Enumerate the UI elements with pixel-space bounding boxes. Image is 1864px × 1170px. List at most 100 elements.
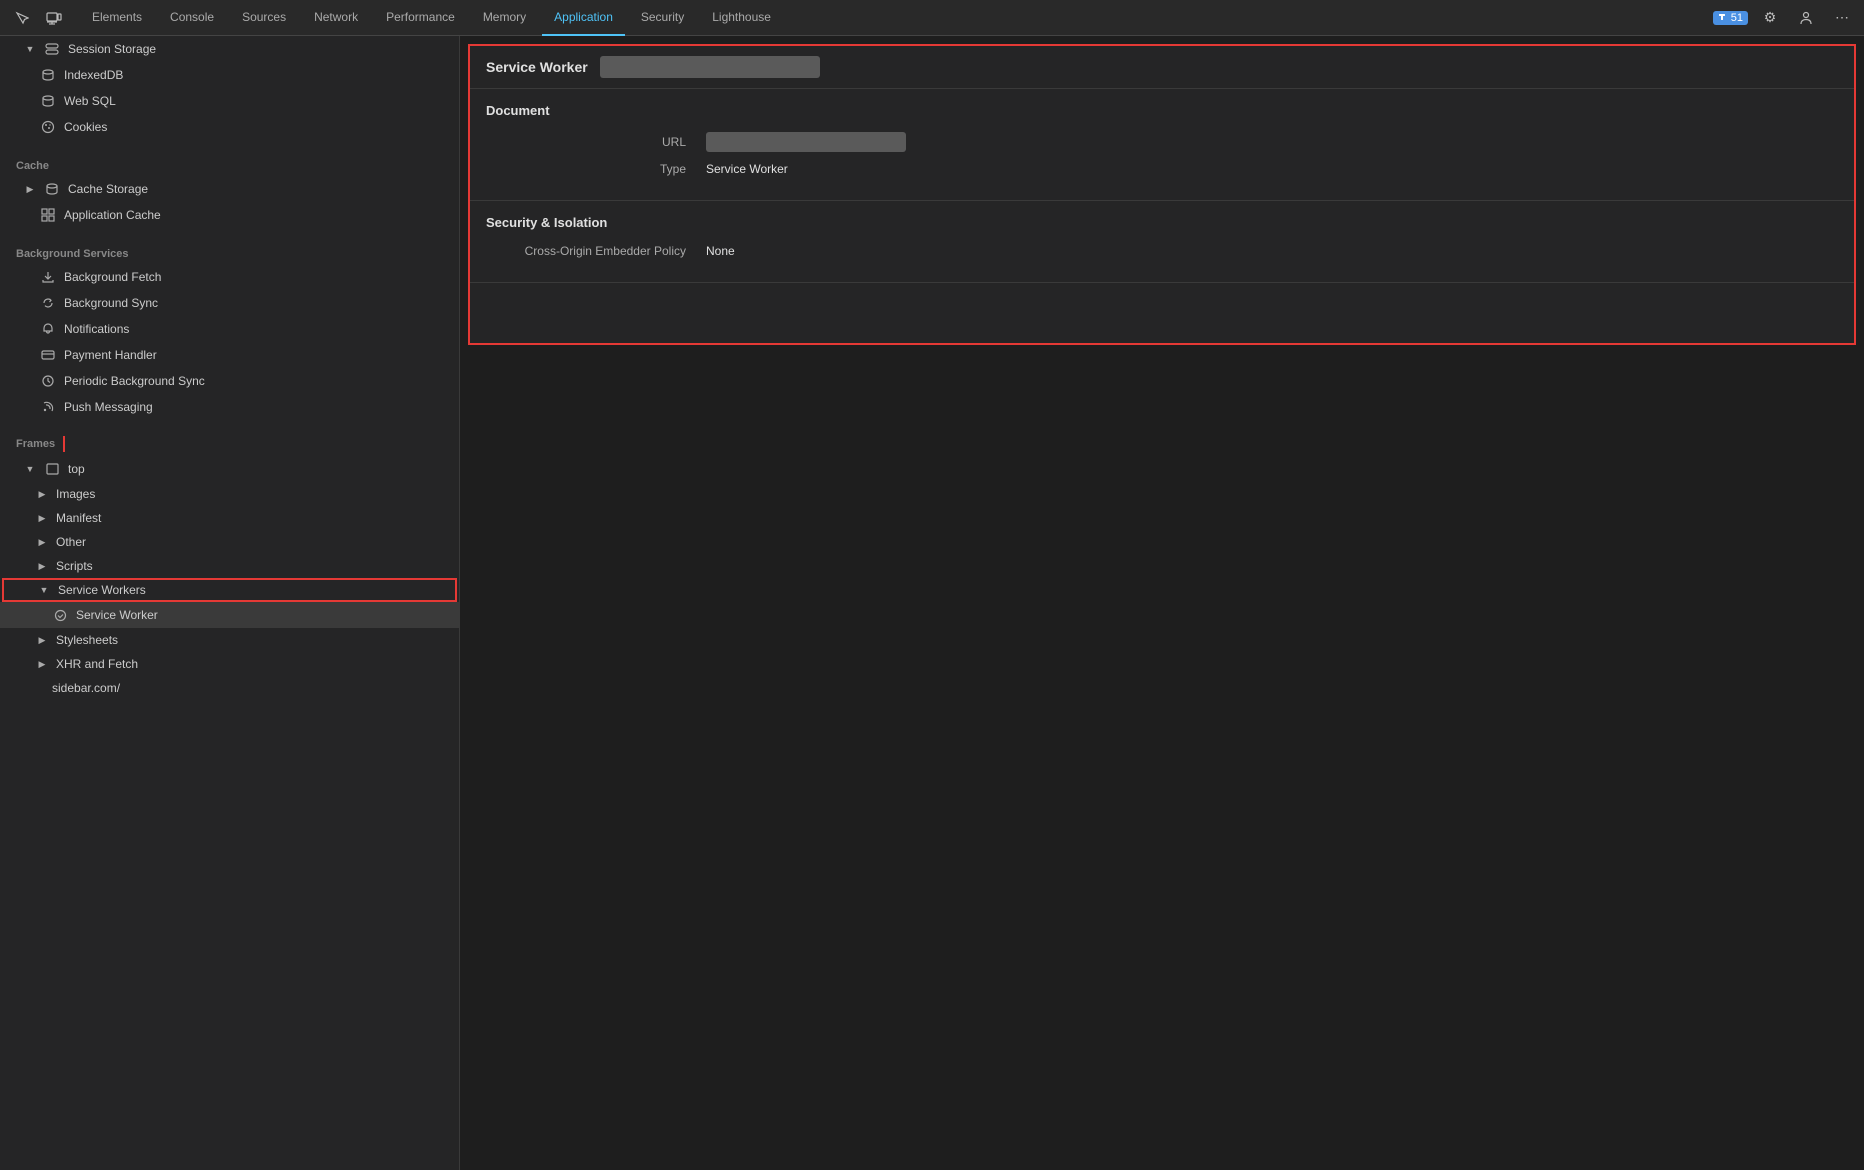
- service-workers-label: Service Workers: [58, 583, 146, 597]
- sw-url-value: [706, 132, 906, 152]
- bg-fetch-label: Background Fetch: [64, 270, 161, 284]
- sw-coep-value: None: [706, 244, 735, 258]
- periodic-sync-icon: [40, 373, 56, 389]
- sidebar-item-images[interactable]: Images: [0, 482, 459, 506]
- session-storage-label: Session Storage: [68, 42, 156, 56]
- tab-bar: Elements Console Sources Network Perform…: [0, 0, 1864, 36]
- cursor-icon[interactable]: [8, 4, 36, 32]
- websql-icon: [40, 93, 56, 109]
- user-icon[interactable]: [1792, 4, 1820, 32]
- cache-storage-arrow: [24, 183, 36, 195]
- images-label: Images: [56, 487, 95, 501]
- sidebar-item-cache-storage[interactable]: Cache Storage: [0, 176, 459, 202]
- bg-fetch-icon: [40, 269, 56, 285]
- sidebar-item-sidebar-com[interactable]: sidebar.com/: [0, 676, 459, 700]
- sidebar-item-bg-fetch[interactable]: Background Fetch: [0, 264, 459, 290]
- xhr-fetch-arrow: [36, 658, 48, 670]
- notifications-label: Notifications: [64, 322, 129, 336]
- sw-security-title: Security & Isolation: [486, 215, 1838, 230]
- tab-application[interactable]: Application: [542, 0, 625, 36]
- other-label: Other: [56, 535, 86, 549]
- other-arrow: [36, 536, 48, 548]
- sidebar-item-cookies[interactable]: Cookies: [0, 114, 459, 140]
- database-icon: [44, 41, 60, 57]
- service-worker-panel: Service Worker Document URL Type Service…: [468, 44, 1856, 345]
- sidebar-item-stylesheets[interactable]: Stylesheets: [0, 628, 459, 652]
- sw-url-label: URL: [486, 135, 686, 149]
- settings-icon[interactable]: ⚙: [1756, 4, 1784, 32]
- sidebar-item-scripts[interactable]: Scripts: [0, 554, 459, 578]
- sidebar-item-other[interactable]: Other: [0, 530, 459, 554]
- images-arrow: [36, 488, 48, 500]
- app-cache-label: Application Cache: [64, 208, 161, 222]
- main-layout: Session Storage IndexedDB Web SQL: [0, 36, 1864, 1170]
- app-cache-icon: [40, 207, 56, 223]
- tab-lighthouse[interactable]: Lighthouse: [700, 0, 783, 36]
- push-messaging-label: Push Messaging: [64, 400, 153, 414]
- sw-coep-label: Cross-Origin Embedder Policy: [486, 244, 686, 258]
- service-worker-item-icon: [52, 607, 68, 623]
- sw-document-title: Document: [486, 103, 1838, 118]
- manifest-label: Manifest: [56, 511, 101, 525]
- tab-network[interactable]: Network: [302, 0, 370, 36]
- tab-performance[interactable]: Performance: [374, 0, 467, 36]
- sw-url-row: URL: [486, 132, 1838, 152]
- toolbar-left: [8, 4, 68, 32]
- service-workers-arrow: [38, 584, 50, 596]
- cache-section-label: Cache: [0, 148, 459, 176]
- service-worker-item-label: Service Worker: [76, 608, 158, 622]
- sidebar-item-service-worker-item[interactable]: Service Worker: [0, 602, 459, 628]
- more-icon[interactable]: ⋯: [1828, 4, 1856, 32]
- sw-panel-header: Service Worker: [470, 46, 1854, 89]
- sidebar-item-notifications[interactable]: Notifications: [0, 316, 459, 342]
- periodic-bg-sync-label: Periodic Background Sync: [64, 374, 205, 388]
- stylesheets-arrow: [36, 634, 48, 646]
- tab-memory[interactable]: Memory: [471, 0, 538, 36]
- sw-security-section: Security & Isolation Cross-Origin Embedd…: [470, 201, 1854, 283]
- sidebar-com-label: sidebar.com/: [52, 681, 120, 695]
- toolbar-right: 51 ⚙ ⋯: [1713, 4, 1856, 32]
- sw-type-row: Type Service Worker: [486, 162, 1838, 176]
- tab-elements[interactable]: Elements: [80, 0, 154, 36]
- cookies-label: Cookies: [64, 120, 107, 134]
- notifications-icon: [40, 321, 56, 337]
- sw-coep-row: Cross-Origin Embedder Policy None: [486, 244, 1838, 258]
- top-label: top: [68, 462, 85, 476]
- content-area: Service Worker Document URL Type Service…: [460, 36, 1864, 1170]
- cookies-icon: [40, 119, 56, 135]
- sidebar-item-payment-handler[interactable]: Payment Handler: [0, 342, 459, 368]
- push-icon: [40, 399, 56, 415]
- device-icon[interactable]: [40, 4, 68, 32]
- sidebar-item-xhr-fetch[interactable]: XHR and Fetch: [0, 652, 459, 676]
- sidebar-item-manifest[interactable]: Manifest: [0, 506, 459, 530]
- bg-services-section-label: Background Services: [0, 236, 459, 264]
- sidebar-item-periodic-bg-sync[interactable]: Periodic Background Sync: [0, 368, 459, 394]
- sw-empty-section: [470, 283, 1854, 343]
- sidebar-item-app-cache[interactable]: Application Cache: [0, 202, 459, 228]
- xhr-fetch-label: XHR and Fetch: [56, 657, 138, 671]
- indexeddb-icon: [40, 67, 56, 83]
- indexeddb-label: IndexedDB: [64, 68, 123, 82]
- scripts-arrow: [36, 560, 48, 572]
- tab-sources[interactable]: Sources: [230, 0, 298, 36]
- stylesheets-label: Stylesheets: [56, 633, 118, 647]
- frame-icon: [44, 461, 60, 477]
- cache-storage-icon: [44, 181, 60, 197]
- sidebar-item-websql[interactable]: Web SQL: [0, 88, 459, 114]
- sidebar-item-session-storage[interactable]: Session Storage: [0, 36, 459, 62]
- scripts-label: Scripts: [56, 559, 93, 573]
- bg-sync-label: Background Sync: [64, 296, 158, 310]
- tab-console[interactable]: Console: [158, 0, 226, 36]
- sidebar-item-indexeddb[interactable]: IndexedDB: [0, 62, 459, 88]
- bg-sync-icon: [40, 295, 56, 311]
- manifest-arrow: [36, 512, 48, 524]
- sidebar-item-push-messaging[interactable]: Push Messaging: [0, 394, 459, 420]
- sw-url-bar: [600, 56, 820, 78]
- tab-security[interactable]: Security: [629, 0, 696, 36]
- sidebar-item-service-workers[interactable]: Service Workers: [2, 578, 457, 602]
- sidebar-item-top[interactable]: top: [0, 456, 459, 482]
- issues-badge[interactable]: 51: [1713, 11, 1748, 25]
- payment-icon: [40, 347, 56, 363]
- sidebar-item-bg-sync[interactable]: Background Sync: [0, 290, 459, 316]
- issues-count: 51: [1731, 12, 1743, 24]
